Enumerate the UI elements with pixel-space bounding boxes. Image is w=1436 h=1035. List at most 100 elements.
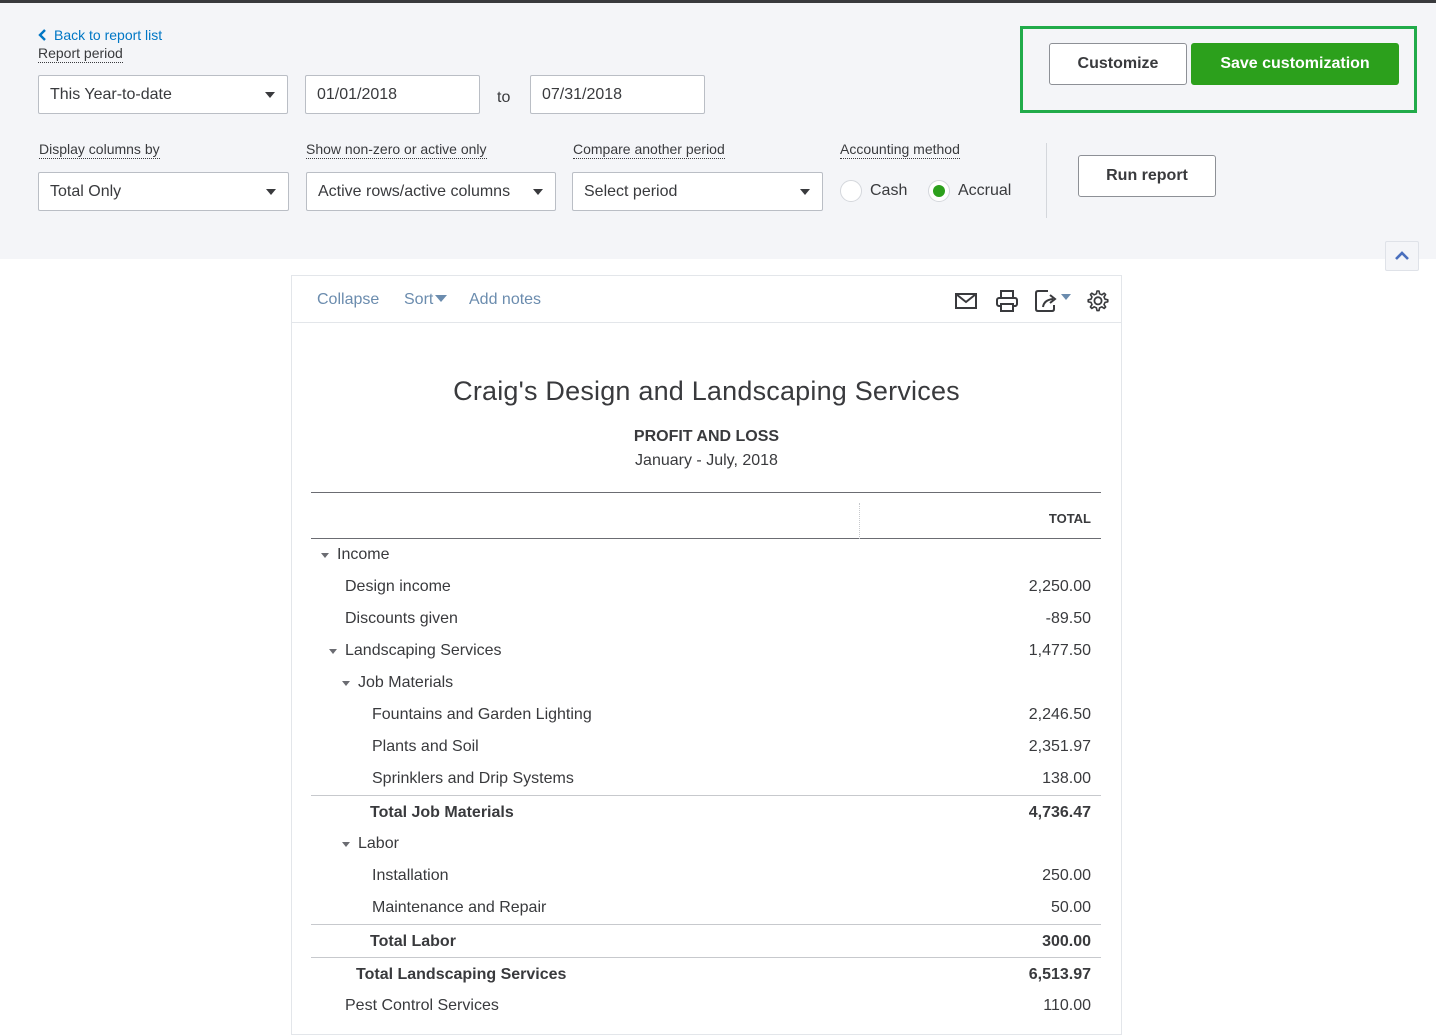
row-label-text: Design income (345, 578, 451, 595)
show-nonzero-label: Show non-zero or active only (306, 141, 487, 159)
report-table: TOTAL Income Design income 2,250.00 Discoun… (311, 492, 1101, 1022)
row-amount[interactable]: 1,477.50 (1029, 642, 1091, 660)
row-amount[interactable]: 110.00 (1043, 997, 1091, 1015)
expand-collapse-triangle-icon[interactable] (329, 648, 337, 654)
back-link-label: Back to report list (54, 27, 163, 43)
row-label: Sprinklers and Drip Systems (372, 770, 574, 788)
table-group-row[interactable]: Income (311, 539, 1101, 571)
report-options-header: Back to report list Report period This Y… (0, 3, 1436, 259)
row-amount[interactable]: -89.50 (1046, 610, 1091, 628)
radio-circle-checked (928, 180, 950, 202)
display-columns-select[interactable]: Total Only (38, 172, 289, 211)
run-report-button[interactable]: Run report (1078, 155, 1216, 197)
row-label: Fountains and Garden Lighting (372, 706, 592, 724)
row-label-text: Total Landscaping Services (356, 966, 567, 983)
row-amount[interactable]: 6,513.97 (1029, 966, 1091, 984)
row-label: Job Materials (342, 674, 453, 692)
display-columns-value: Total Only (50, 182, 122, 200)
settings-gear-icon[interactable] (1084, 288, 1110, 314)
row-amount[interactable]: 2,351.97 (1029, 738, 1091, 756)
table-row[interactable]: Design income 2,250.00 (311, 571, 1101, 603)
table-total-row[interactable]: Total Landscaping Services 6,513.97 (311, 957, 1101, 990)
report-card: Collapse Sort Add notes Craig's Design a… (291, 275, 1122, 1035)
row-label-text: Sprinklers and Drip Systems (372, 770, 574, 787)
table-row[interactable]: Installation 250.00 (311, 860, 1101, 892)
row-label: Pest Control Services (345, 997, 499, 1015)
show-nonzero-select[interactable]: Active rows/active columns (306, 172, 556, 211)
table-group-row[interactable]: Labor (311, 828, 1101, 860)
table-row[interactable]: Discounts given -89.50 (311, 603, 1101, 635)
row-label: Plants and Soil (372, 738, 479, 756)
expand-collapse-triangle-icon[interactable] (342, 841, 350, 847)
row-label-text: Plants and Soil (372, 738, 479, 755)
row-label-text: Total Job Materials (370, 804, 514, 821)
row-label: Total Labor (370, 933, 456, 951)
caret-down-icon (800, 189, 810, 195)
row-label-text: Discounts given (345, 610, 458, 627)
table-total-row[interactable]: Total Labor 300.00 (311, 924, 1101, 957)
customize-button[interactable]: Customize (1049, 43, 1187, 85)
email-icon[interactable] (953, 288, 979, 314)
column-divider (859, 503, 860, 539)
collapse-link[interactable]: Collapse (317, 291, 379, 309)
add-notes-link[interactable]: Add notes (469, 291, 541, 309)
row-label: Landscaping Services (329, 642, 502, 660)
back-to-report-list-link[interactable]: Back to report list (38, 27, 162, 43)
show-nonzero-value: Active rows/active columns (318, 182, 511, 200)
row-amount[interactable]: 2,250.00 (1029, 578, 1091, 596)
row-label-text: Total Labor (370, 933, 456, 950)
accounting-method-label: Accounting method (840, 141, 960, 159)
company-name: Craig's Design and Landscaping Services (453, 376, 960, 406)
radio-accrual[interactable]: Accrual (928, 180, 1011, 202)
save-customization-button[interactable]: Save customization (1191, 43, 1399, 85)
report-period: January - July, 2018 (635, 452, 778, 469)
table-group-row[interactable]: Job Materials (311, 667, 1101, 699)
row-label-text: Maintenance and Repair (372, 899, 547, 916)
print-icon[interactable] (994, 288, 1020, 314)
row-amount[interactable]: 138.00 (1042, 770, 1091, 788)
compare-period-label: Compare another period (573, 141, 725, 159)
caret-down-icon (266, 189, 276, 195)
report-period-value: This Year-to-date (50, 85, 172, 103)
row-label-text: Installation (372, 867, 449, 884)
date-to-input[interactable]: 07/31/2018 (530, 75, 705, 114)
divider (1046, 143, 1047, 218)
compare-period-select[interactable]: Select period (572, 172, 823, 211)
row-label: Discounts given (345, 610, 458, 628)
row-label: Installation (372, 867, 449, 885)
table-row[interactable]: Fountains and Garden Lighting 2,246.50 (311, 699, 1101, 731)
radio-cash-label: Cash (870, 182, 908, 199)
caret-down-icon (265, 92, 275, 98)
row-amount[interactable]: 250.00 (1042, 867, 1091, 885)
table-row[interactable]: Maintenance and Repair 50.00 (311, 892, 1101, 924)
caret-down-icon (533, 189, 543, 195)
table-row[interactable]: Plants and Soil 2,351.97 (311, 731, 1101, 763)
table-row[interactable]: Pest Control Services 110.00 (311, 990, 1101, 1022)
sort-dropdown[interactable]: Sort (404, 291, 448, 309)
export-icon[interactable] (1034, 288, 1074, 314)
date-from-value: 01/01/2018 (317, 85, 398, 103)
row-label-text: Income (337, 546, 390, 563)
chevron-left-icon (38, 29, 46, 41)
sort-label: Sort (404, 291, 434, 308)
row-amount[interactable]: 2,246.50 (1029, 706, 1091, 724)
table-total-row[interactable]: Total Job Materials 4,736.47 (311, 795, 1101, 828)
row-label: Design income (345, 578, 451, 596)
report-period-select[interactable]: This Year-to-date (38, 75, 288, 114)
to-label: to (497, 89, 511, 106)
radio-cash[interactable]: Cash (840, 180, 907, 202)
row-label-text: Fountains and Garden Lighting (372, 706, 592, 723)
radio-accrual-label: Accrual (958, 182, 1012, 199)
expand-collapse-triangle-icon[interactable] (321, 552, 329, 558)
collapse-header-button[interactable] (1385, 241, 1419, 271)
row-label-text: Pest Control Services (345, 997, 499, 1014)
row-amount[interactable]: 4,736.47 (1029, 804, 1091, 822)
row-amount[interactable]: 50.00 (1051, 899, 1091, 917)
row-amount[interactable]: 300.00 (1042, 933, 1091, 951)
table-group-row[interactable]: Landscaping Services 1,477.50 (311, 635, 1101, 667)
date-from-input[interactable]: 01/01/2018 (305, 75, 480, 114)
row-label: Total Landscaping Services (356, 966, 566, 984)
expand-collapse-triangle-icon[interactable] (342, 680, 350, 686)
table-row[interactable]: Sprinklers and Drip Systems 138.00 (311, 763, 1101, 795)
row-label: Income (321, 546, 389, 564)
